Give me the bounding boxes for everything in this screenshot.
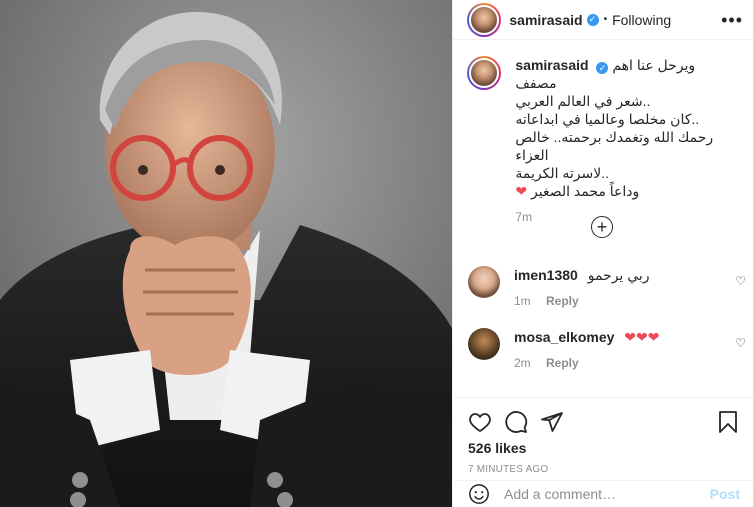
emoji-icon[interactable] (468, 483, 490, 505)
caption-text: samirasaid ✓ ويرحل عنا اهم مصفف ..شعر في… (515, 56, 739, 226)
caption-line-5: ..لاسرته الكريمة (515, 165, 610, 181)
comment-text: ❤❤❤ (624, 329, 660, 345)
comment-item: mosa_elkomey ❤❤❤ 2m Reply ♡ (468, 328, 748, 370)
post-header: samirasaid ✓ • Following ••• (453, 0, 753, 40)
post-actions: 526 likes 7 MINUTES AGO (454, 397, 754, 475)
verified-icon: ✓ (596, 62, 609, 74)
caption-line-2: ..شعر في العالم العربي (515, 93, 651, 109)
comment-item: imen1380 ربي يرحمو 1m Reply ♡ (468, 266, 748, 308)
plus-circle-icon[interactable]: + (591, 216, 613, 238)
post-image[interactable] (0, 0, 453, 507)
add-comment-bar: Add a comment… Post (454, 480, 754, 507)
heart-icon[interactable]: ♡ (735, 274, 746, 288)
more-icon[interactable]: ••• (721, 11, 743, 29)
commenter-avatar[interactable] (468, 266, 500, 298)
caption: samirasaid ✓ ويرحل عنا اهم مصفف ..شعر في… (467, 56, 739, 226)
verified-icon: ✓ (586, 13, 599, 26)
reply-button[interactable]: Reply (546, 294, 579, 308)
comment-icon[interactable] (504, 410, 528, 434)
caption-username[interactable]: samirasaid (515, 57, 588, 73)
comment-input[interactable]: Add a comment… (504, 486, 710, 502)
following-button[interactable]: Following (612, 12, 671, 28)
caption-avatar[interactable] (467, 56, 502, 90)
comment-username[interactable]: imen1380 (514, 267, 578, 283)
reply-button[interactable]: Reply (546, 356, 579, 370)
comment-time: 1m (514, 294, 531, 308)
caption-line-6: وداعاً محمد الصغير (531, 183, 640, 199)
portrait-photo (0, 0, 453, 507)
caption-line-4: رحمك الله وتغمدك برحمته.. خالص العزاء (515, 129, 714, 163)
post-age: 7 MINUTES AGO (468, 464, 549, 475)
caption-timestamp: 7m (515, 210, 533, 224)
author-username[interactable]: samirasaid (509, 12, 582, 28)
author-avatar[interactable] (467, 2, 502, 37)
bookmark-icon[interactable] (716, 410, 740, 434)
commenter-avatar[interactable] (468, 328, 500, 360)
separator-dot: • (603, 14, 608, 25)
heart-icon[interactable]: ♡ (735, 336, 746, 350)
heart-emoji: ❤ (515, 183, 528, 199)
comment-time: 2m (514, 356, 531, 370)
heart-icon[interactable] (468, 410, 492, 434)
post-button[interactable]: Post (710, 486, 740, 502)
comment-username[interactable]: mosa_elkomey (514, 329, 614, 345)
caption-line-3: ..كان مخلصا وعالميا في ابداعاته (515, 111, 700, 127)
caption-area: samirasaid ✓ ويرحل عنا اهم مصفف ..شعر في… (453, 56, 753, 226)
comment-text: ربي يرحمو (587, 267, 650, 283)
likes-count[interactable]: 526 likes (468, 440, 740, 456)
share-icon[interactable] (540, 410, 564, 434)
